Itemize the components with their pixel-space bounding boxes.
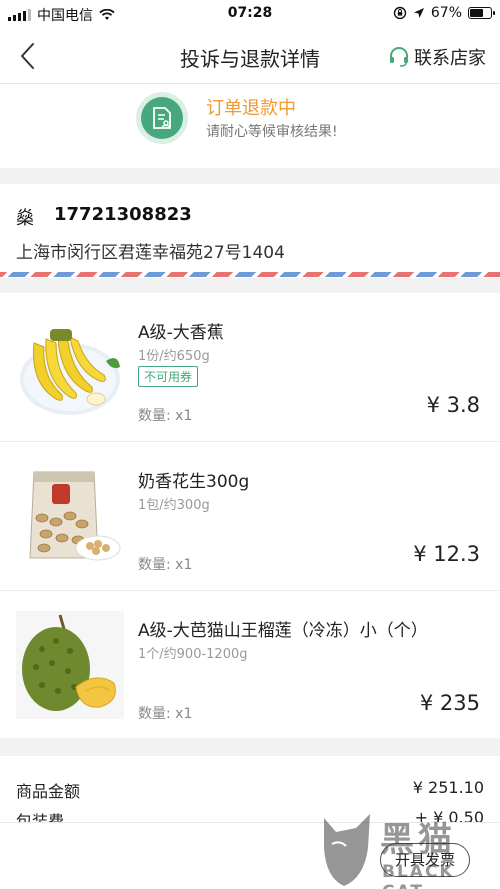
battery-icon <box>468 7 495 19</box>
watermark-en: BLACK CAT <box>382 862 455 889</box>
product-spec: 1份/约650g <box>138 349 210 364</box>
product-quantity: 数量: x1 <box>138 408 193 424</box>
blackcat-watermark: 黑猫 BLACK CAT <box>318 806 500 889</box>
refund-status-card: 订单退款中 请耐心等候审核结果! <box>0 84 500 168</box>
recipient-address: 上海市闵行区君莲幸福苑27号1404 <box>16 243 285 263</box>
product-price: ¥ 12.3 <box>413 542 480 566</box>
refund-document-icon <box>153 107 171 129</box>
lock-rotation-icon <box>393 6 407 20</box>
recipient-phone: 17721308823 <box>54 204 192 225</box>
watermark-cn: 黑猫 <box>380 820 456 860</box>
status-bar: 中国电信 07:28 67% <box>0 0 500 28</box>
nav-bar: 投诉与退款详情 联系店家 <box>0 28 500 84</box>
goods-amount-row: 商品金额 ¥ 251.10 <box>16 778 484 802</box>
envelope-stripe <box>0 272 500 277</box>
product-spec: 1个/约900-1200g <box>138 647 248 662</box>
product-price: ¥ 3.8 <box>426 393 480 417</box>
product-item-peanut[interactable]: 奶香花生300g 1包/约300g 数量: x1 ¥ 12.3 <box>0 442 500 591</box>
product-quantity: 数量: x1 <box>138 557 193 573</box>
product-item-banana[interactable]: A级-大香蕉 1份/约650g 不可用券 数量: x1 ¥ 3.8 <box>0 293 500 442</box>
product-item-durian[interactable]: A级-大芭猫山王榴莲（冷冻）小（个） 1个/约900-1200g 数量: x1 … <box>0 591 500 740</box>
contact-store-label: 联系店家 <box>414 48 486 69</box>
contact-store-button[interactable]: 联系店家 <box>388 44 486 70</box>
goods-amount-label: 商品金额 <box>16 782 81 801</box>
product-name: A级-大香蕉 <box>138 323 224 343</box>
headset-icon <box>390 47 408 67</box>
product-name: A级-大芭猫山王榴莲（冷冻）小（个） <box>138 621 428 641</box>
cat-logo-icon <box>324 814 370 886</box>
product-price: ¥ 235 <box>419 691 480 715</box>
recipient-name: 燊 <box>16 208 34 229</box>
battery-percent: 67% <box>430 5 462 21</box>
product-name: 奶香花生300g <box>138 472 250 492</box>
coupon-ineligible-tag: 不可用券 <box>138 366 199 387</box>
refund-status-title: 订单退款中 <box>206 98 296 119</box>
peanut-image <box>29 471 121 561</box>
product-spec: 1包/约300g <box>138 498 210 513</box>
address-card: 燊 17721308823 上海市闵行区君莲幸福苑27号1404 <box>0 184 500 278</box>
refund-status-badge <box>136 92 188 144</box>
product-quantity: 数量: x1 <box>138 706 193 722</box>
refund-status-subtitle: 请耐心等候审核结果! <box>206 124 338 140</box>
location-arrow-icon <box>413 8 424 18</box>
product-list: A级-大香蕉 1份/约650g 不可用券 数量: x1 ¥ 3.8 奶香花生30… <box>0 293 500 738</box>
banana-image <box>20 329 120 415</box>
durian-image <box>16 611 124 719</box>
goods-amount-value: ¥ 251.10 <box>412 778 484 797</box>
